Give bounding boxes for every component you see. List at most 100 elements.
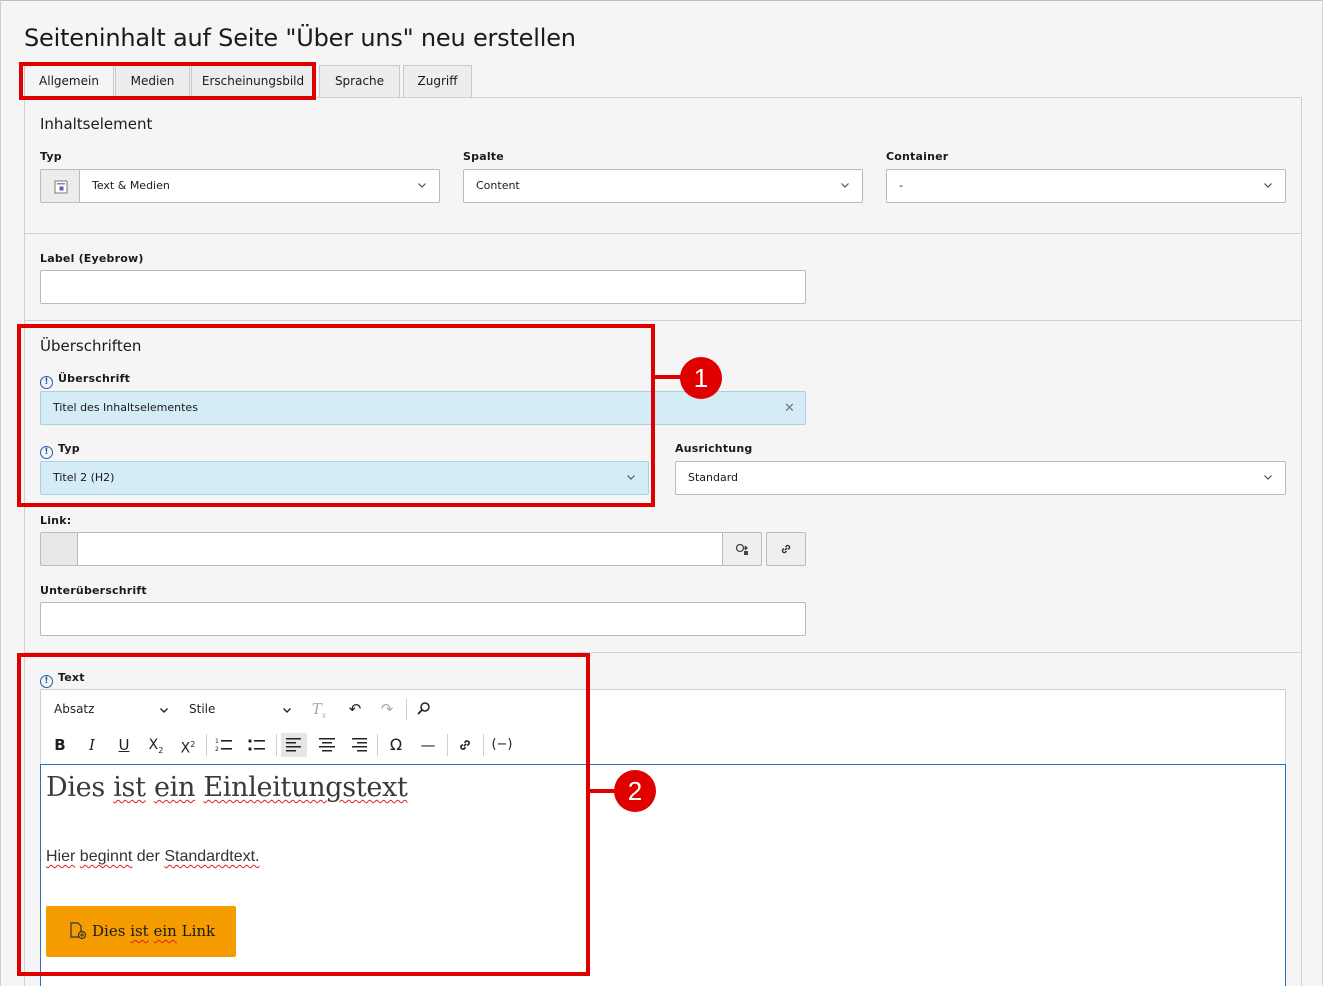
field-label-link: Link: [40,514,72,527]
chevron-down-icon[interactable] [159,705,169,715]
rte-word: ein [153,922,177,940]
header-typ-select-value: Titel 2 (H2) [53,471,115,484]
toolbar-separator [377,734,378,756]
chevron-down-icon[interactable] [282,705,292,715]
typ-select[interactable]: Text & Medien [79,169,440,203]
chevron-down-icon [418,183,426,188]
chevron-down-icon [1264,183,1272,188]
toolbar-separator [483,734,484,756]
spalte-select[interactable]: Content [463,169,863,203]
rte-paragraph: Hier beginnt der Standardtext. [46,848,260,866]
info-icon: ! [40,376,53,389]
align-center-icon[interactable] [314,733,340,757]
numbered-list-icon[interactable]: 12 [211,733,237,757]
ueberschrift-label-text: Überschrift [58,372,131,385]
content-type-icon [54,180,68,194]
rte-heading: Dies ist ein Einleitungstext [46,772,408,803]
field-label-spalte: Spalte [463,150,504,163]
callout-badge-1: 1 [680,357,722,399]
header-typ-select[interactable]: Titel 2 (H2) [40,461,649,495]
rte-toolbar: Absatz Stile Tx ↶ ↷ B I U X2 X2 12 Ω — (… [40,689,1286,765]
superscript-icon[interactable]: X2 [175,733,201,757]
find-replace-icon[interactable] [411,697,437,721]
tab-medien[interactable]: Medien [115,65,190,97]
field-label-text: ! Text [40,671,85,688]
section-title-ueberschriften: Überschriften [40,337,142,355]
tab-allgemein[interactable]: Allgemein [24,65,114,98]
chevron-down-icon [627,475,635,480]
align-left-icon[interactable] [281,733,307,757]
placeholder-icon[interactable]: (−) [489,733,515,757]
underline-icon[interactable]: U [111,733,137,757]
field-label-eyebrow: Label (Eyebrow) [40,252,144,265]
italic-icon[interactable]: I [79,733,105,757]
unterueberschrift-input[interactable] [40,602,806,636]
toolbar-separator [276,734,277,756]
rte-word: beginnt [79,848,133,865]
link-input[interactable] [77,532,723,566]
redo-icon[interactable]: ↷ [374,697,400,721]
link-button[interactable] [766,532,806,566]
tab-sprache[interactable]: Sprache [319,65,400,97]
format-dropdown[interactable]: Absatz [54,702,94,716]
container-select-value: - [899,179,903,192]
eyebrow-input[interactable] [40,270,806,304]
field-label-typ: Typ [40,150,62,163]
rte-word: ein [153,772,196,803]
field-label-header-typ: ! Typ [40,442,80,459]
undo-icon[interactable]: ↶ [342,697,368,721]
field-label-container: Container [886,150,949,163]
clear-format-icon[interactable]: Tx [306,697,332,721]
rte-word: Dies [46,772,105,803]
insert-link-icon[interactable] [452,733,478,757]
horizontal-line-icon[interactable]: — [415,733,441,757]
tab-zugriff[interactable]: Zugriff [403,65,472,97]
rte-word: Dies [92,922,126,940]
content-type-icon-box [40,169,80,203]
toolbar-separator [447,734,448,756]
chevron-down-icon [841,183,849,188]
rte-word: Link [181,922,216,940]
link-icon [781,544,791,554]
field-label-unterueberschrift: Unterüberschrift [40,584,147,597]
typ-select-value: Text & Medien [92,179,170,192]
subscript-icon[interactable]: X2 [143,733,169,757]
divider [25,320,1301,321]
info-icon: ! [40,675,53,688]
format-dropdown-label: Absatz [54,702,95,716]
divider [25,652,1301,653]
link-browser-button[interactable] [722,532,762,566]
style-dropdown-label: Stile [189,702,216,716]
divider [25,233,1301,234]
file-link-icon [70,922,87,940]
rte-link-button[interactable]: Dies ist ein Link [46,906,236,957]
chevron-down-icon [1264,475,1272,480]
align-right-icon[interactable] [346,733,372,757]
container-select[interactable]: - [886,169,1286,203]
clear-icon[interactable]: ✕ [784,401,795,416]
header-typ-label-text: Typ [58,442,80,455]
style-dropdown[interactable]: Stile [189,702,215,716]
ausrichtung-select[interactable]: Standard [675,461,1286,495]
rte-word: Einleitungstext [203,772,408,803]
bulleted-list-icon[interactable] [244,733,270,757]
section-title-inhaltselement: Inhaltselement [40,115,153,133]
callout-badge-2: 2 [614,770,656,812]
link-prefix [40,532,78,566]
rte-word: Hier [46,848,76,865]
spalte-select-value: Content [476,179,520,192]
rte-word: der [136,848,160,865]
tab-erscheinungsbild[interactable]: Erscheinungsbild [191,65,315,97]
bold-icon[interactable]: B [47,733,73,757]
svg-text:2: 2 [215,746,219,753]
toolbar-separator [206,734,207,756]
toolbar-separator [406,698,407,720]
rte-word: ist [130,922,149,940]
rte-word: Standardtext. [164,848,260,865]
window-left-border [0,0,1,986]
window-top-border [0,0,1325,1]
text-label-text: Text [58,671,85,684]
field-label-ueberschrift: ! Überschrift [40,372,130,389]
page-title: Seiteninhalt auf Seite "Über uns" neu er… [24,24,576,52]
special-char-icon[interactable]: Ω [383,733,409,757]
